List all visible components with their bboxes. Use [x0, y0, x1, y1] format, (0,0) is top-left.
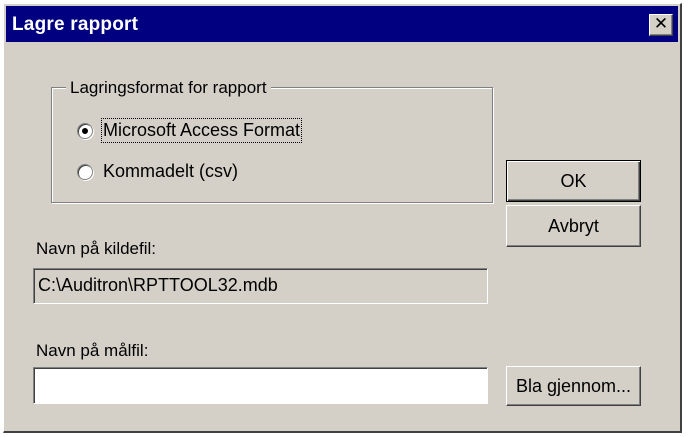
radio-button-icon[interactable] — [77, 122, 93, 139]
radio-button-icon[interactable] — [77, 163, 93, 180]
source-file-field: C:\Auditron\RPTTOOL32.mdb — [33, 268, 488, 304]
title-bar: Lagre rapport ✕ — [6, 6, 678, 42]
ok-button[interactable]: OK — [506, 160, 641, 202]
radio-label-csv[interactable]: Kommadelt (csv) — [103, 161, 238, 182]
dialog-title: Lagre rapport — [12, 14, 139, 35]
close-icon: ✕ — [653, 14, 669, 34]
close-button[interactable]: ✕ — [649, 14, 673, 36]
format-group-legend: Lagringsformat for rapport — [66, 78, 271, 98]
browse-button[interactable]: Bla gjennom... — [506, 366, 641, 406]
radio-label-access[interactable]: Microsoft Access Format — [100, 118, 303, 143]
source-file-label: Navn på kildefil: — [36, 239, 157, 258]
format-groupbox — [51, 87, 493, 203]
radio-option-access[interactable]: Microsoft Access Format — [77, 118, 303, 143]
cancel-button[interactable]: Avbryt — [506, 205, 641, 247]
target-file-label: Navn på målfil: — [36, 341, 149, 360]
radio-option-csv[interactable]: Kommadelt (csv) — [77, 161, 238, 182]
target-file-input[interactable] — [33, 367, 488, 404]
